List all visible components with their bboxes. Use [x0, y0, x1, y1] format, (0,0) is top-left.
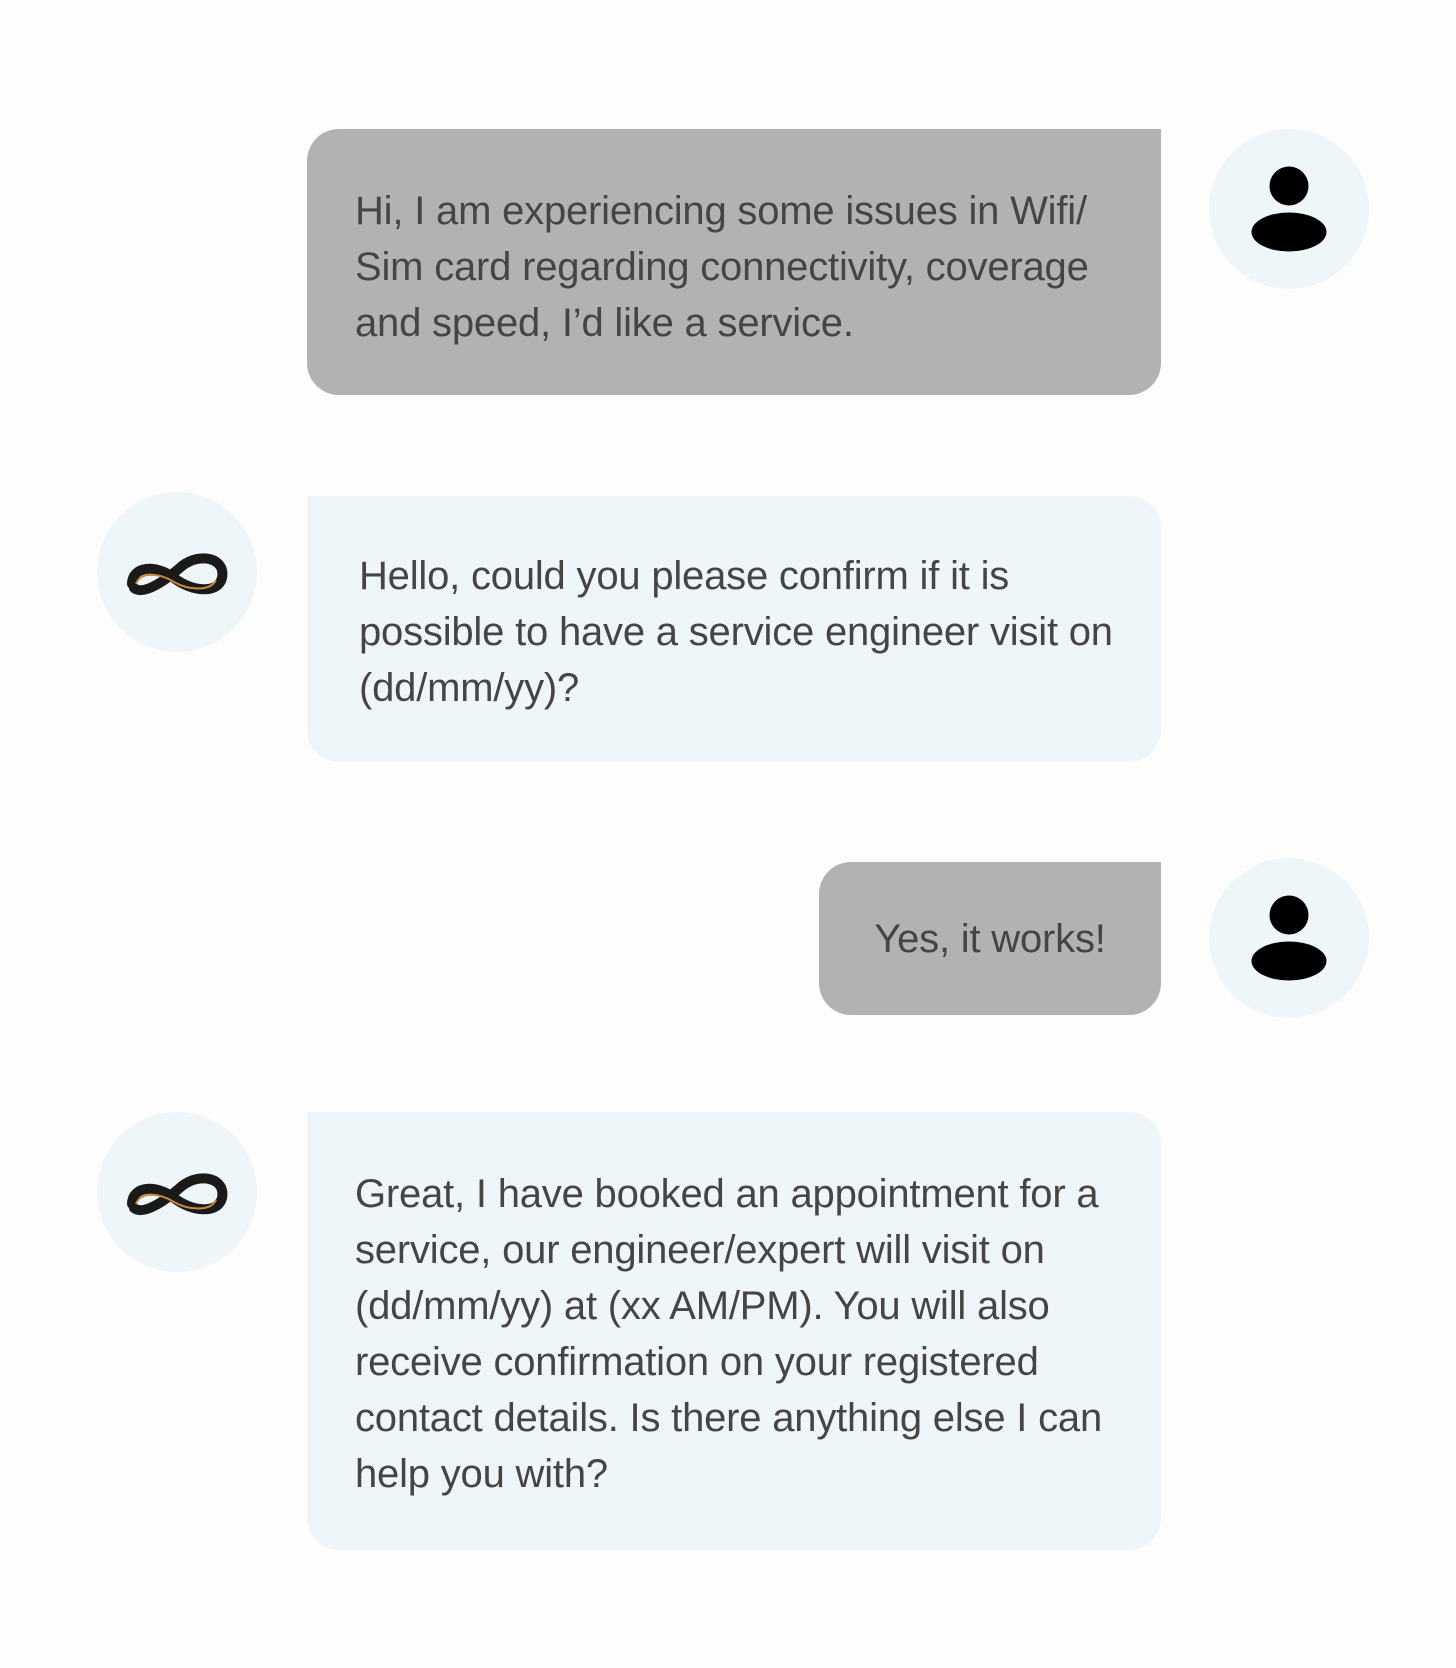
infinity-logo-icon — [127, 1173, 228, 1215]
user-avatar — [1209, 129, 1369, 289]
message-text: Hello, could you please confirm if it is… — [359, 554, 1113, 710]
bot-avatar — [97, 1112, 257, 1272]
bot-avatar — [97, 492, 257, 652]
user-icon — [1251, 895, 1327, 981]
message-text: Hi, I am experiencing some issues in Wif… — [355, 189, 1089, 345]
user-message-bubble: Hi, I am experiencing some issues in Wif… — [307, 129, 1161, 395]
bot-message-bubble: Great, I have booked an appointment for … — [307, 1112, 1161, 1550]
bot-message-bubble: Hello, could you please confirm if it is… — [307, 496, 1161, 762]
user-icon — [1251, 166, 1327, 252]
message-text: Great, I have booked an appointment for … — [355, 1172, 1102, 1496]
message-text: Yes, it works! — [874, 916, 1106, 961]
infinity-logo-icon — [127, 553, 228, 595]
user-message-bubble: Yes, it works! — [819, 862, 1161, 1015]
user-avatar — [1209, 858, 1369, 1018]
